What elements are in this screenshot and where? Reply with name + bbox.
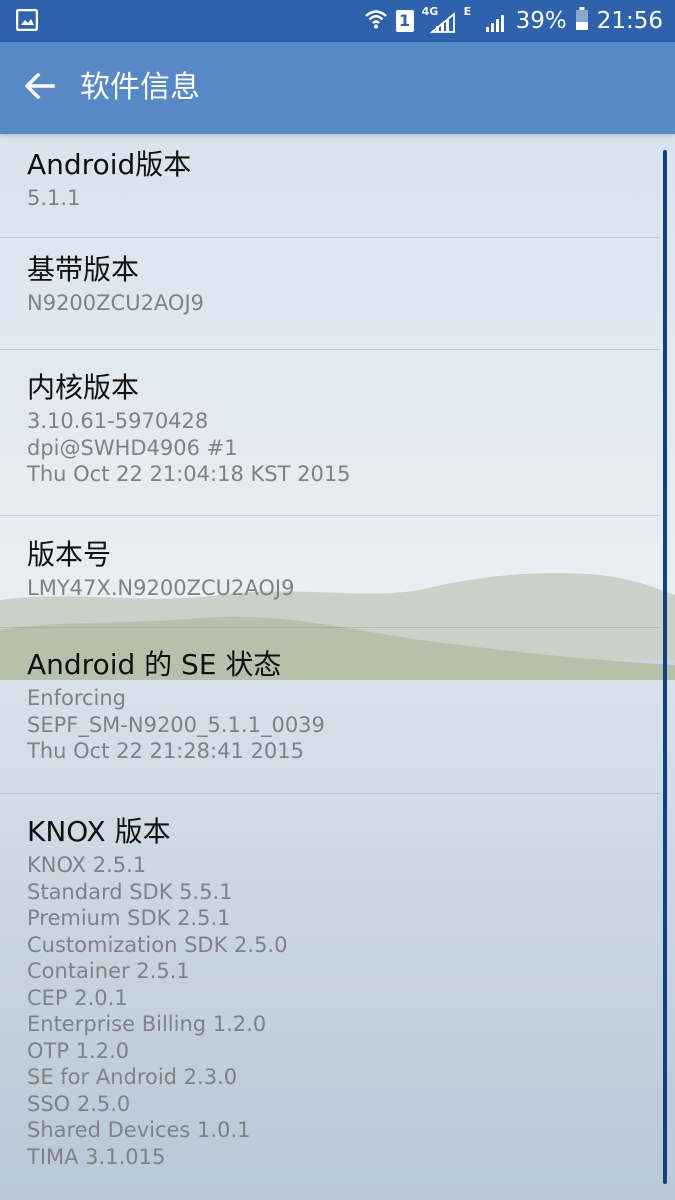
software-info-list: Android版本 5.1.1 基带版本 N9200ZCU2AOJ9 内核版本 … — [0, 134, 660, 1200]
item-value-line: Premium SDK 2.5.1 — [27, 906, 231, 930]
item-value-line: CEP 2.0.1 — [27, 985, 128, 1010]
item-value-line: Enterprise Billing 1.2.0 — [27, 1012, 267, 1036]
back-arrow-icon — [24, 72, 55, 103]
item-value-line: Thu Oct 22 21:28:41 2015 — [27, 739, 304, 763]
item-value: LMY47X.N9200ZCU2AOJ9 — [27, 576, 295, 600]
item-value-line: TIMA 3.1.015 — [27, 1144, 166, 1169]
baseband-version-item[interactable]: 基带版本 N9200ZCU2AOJ9 — [0, 238, 660, 350]
item-value-line: Shared Devices 1.0.1 — [27, 1118, 251, 1142]
item-value-line: Standard SDK 5.5.1 — [27, 879, 233, 904]
item-value-line: SEPF_SM-N9200_5.1.1_0039 — [27, 712, 325, 737]
item-value: N9200ZCU2AOJ9 — [27, 291, 205, 315]
item-value-line: 3.10.61-5970428 — [27, 409, 209, 433]
gallery-notification-icon — [15, 8, 39, 35]
page-title: 软件信息 — [80, 70, 200, 105]
item-value-line: Customization SDK 2.5.0 — [27, 932, 288, 957]
wifi-icon — [364, 8, 388, 34]
build-number-item[interactable]: 版本号 LMY47X.N9200ZCU2AOJ9 — [0, 516, 660, 628]
item-title: 内核版本 — [27, 371, 140, 404]
se-status-item[interactable]: Android 的 SE 状态 Enforcing SEPF_SM-N9200_… — [0, 628, 660, 794]
item-value-line: dpi@SWHD4906 #1 — [27, 435, 238, 460]
status-bar: 1 4G E 39% 21:56 — [0, 0, 675, 42]
item-value-line: SSO 2.5.0 — [27, 1091, 131, 1116]
item-value-line: Enforcing — [27, 686, 127, 710]
back-button[interactable] — [16, 64, 64, 112]
item-value-line: SE for Android 2.3.0 — [27, 1065, 238, 1089]
item-value: 5.1.1 — [27, 186, 81, 210]
item-title: Android版本 — [27, 148, 192, 181]
signal-e-icon: E — [464, 6, 508, 36]
item-title: Android 的 SE 状态 — [27, 648, 282, 681]
item-value-line: Container 2.5.1 — [27, 959, 190, 983]
item-title: 基带版本 — [27, 253, 140, 286]
item-value-line: KNOX 2.5.1 — [27, 853, 147, 877]
item-title: 版本号 — [27, 538, 112, 571]
clock: 21:56 — [596, 8, 663, 34]
android-version-item[interactable]: Android版本 5.1.1 — [0, 134, 660, 238]
scrollbar[interactable] — [663, 150, 667, 1184]
item-title: KNOX 版本 — [27, 815, 171, 848]
app-bar: 软件信息 — [0, 42, 675, 134]
signal-4g-icon: 4G — [422, 6, 456, 36]
item-value-line: Thu Oct 22 21:04:18 KST 2015 — [27, 462, 351, 486]
battery-percent: 39% — [515, 8, 567, 34]
kernel-version-item[interactable]: 内核版本 3.10.61-5970428 dpi@SWHD4906 #1 Thu… — [0, 350, 660, 516]
sim-slot-icon: 1 — [395, 10, 414, 32]
knox-version-item[interactable]: KNOX 版本 KNOX 2.5.1 Standard SDK 5.5.1 Pr… — [0, 794, 660, 1200]
battery-icon — [575, 7, 589, 35]
item-value-line: OTP 1.2.0 — [27, 1038, 130, 1063]
